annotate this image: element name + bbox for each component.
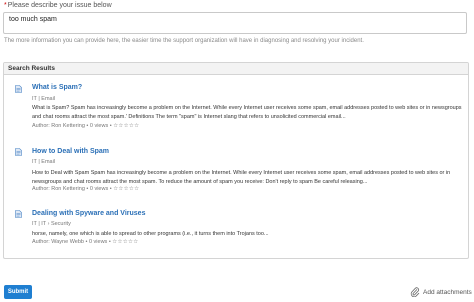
rating-stars[interactable]: ☆☆☆☆☆ — [113, 123, 139, 129]
search-results-header: Search Results — [4, 63, 468, 75]
add-attachments-label: Add attachments — [423, 288, 472, 296]
document-icon — [15, 210, 22, 218]
result-category: IT | Email — [32, 96, 56, 102]
result-category: IT | IT › Security — [32, 221, 71, 227]
rating-stars[interactable]: ☆☆☆☆☆ — [112, 239, 138, 245]
document-icon — [15, 148, 22, 156]
issue-label-text: Please describe your issue below — [7, 2, 112, 9]
required-mark: * — [4, 2, 7, 9]
document-icon — [15, 85, 22, 93]
result-category: IT | Email — [32, 159, 56, 165]
result-author-views: Author: Wayne Webb • 0 views • — [32, 239, 111, 245]
search-results-panel: Search Results What is Spam? IT | Email … — [3, 62, 469, 259]
result-author-views: Author: Ron Kettering • 0 views • — [32, 186, 112, 192]
submit-button[interactable]: Submit — [4, 285, 32, 299]
rating-stars[interactable]: ☆☆☆☆☆ — [113, 186, 139, 192]
result-meta: Author: Wayne Webb • 0 views • ☆☆☆☆☆ — [32, 239, 138, 245]
result-meta: Author: Ron Kettering • 0 views • ☆☆☆☆☆ — [32, 123, 139, 129]
result-snippet: horse, namely, one which is able to spre… — [32, 231, 269, 237]
result-snippet: How to Deal with Spam Spam has increasin… — [32, 170, 451, 185]
issue-text: too much spam — [9, 16, 57, 23]
result-author-views: Author: Ron Kettering • 0 views • — [32, 123, 112, 129]
result-title-link[interactable]: How to Deal with Spam — [32, 148, 109, 155]
issue-label: *Please describe your issue below — [4, 2, 112, 9]
result-meta: Author: Ron Kettering • 0 views • ☆☆☆☆☆ — [32, 186, 139, 192]
paperclip-icon — [410, 287, 420, 297]
result-title-link[interactable]: What is Spam? — [32, 84, 82, 91]
add-attachments-link[interactable]: Add attachments — [410, 287, 472, 297]
help-text: The more information you can provide her… — [4, 38, 364, 44]
result-snippet: What is Spam? Spam has increasingly beco… — [32, 105, 462, 120]
result-title-link[interactable]: Dealing with Spyware and Viruses — [32, 210, 145, 217]
issue-description-textarea[interactable]: too much spam — [3, 12, 467, 34]
